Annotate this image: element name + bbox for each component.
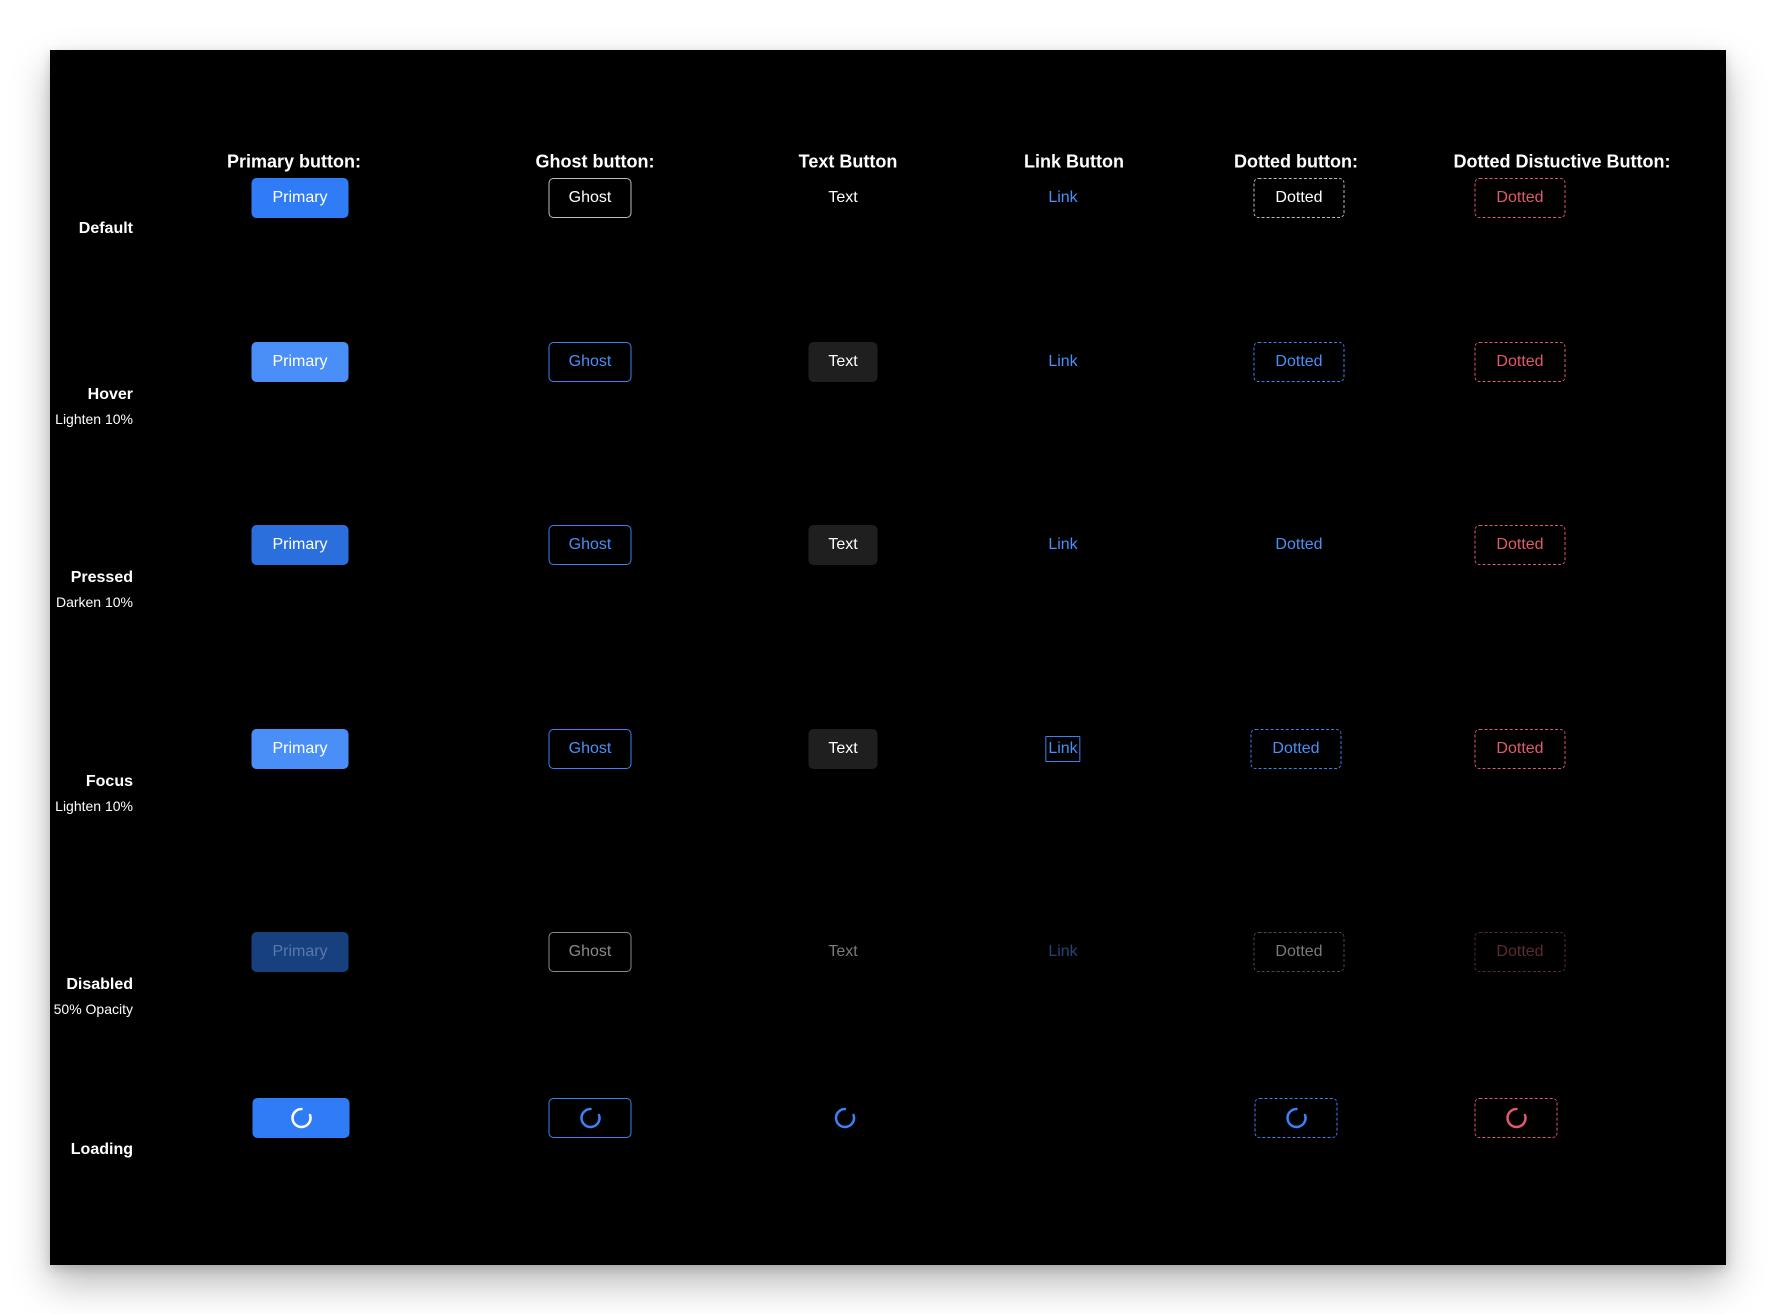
row-label-default: Default — [79, 218, 133, 240]
link-button-focus[interactable]: Link — [1045, 736, 1081, 762]
dotted-button-focus[interactable]: Dotted — [1250, 729, 1342, 769]
primary-button-hover[interactable]: Primary — [251, 342, 349, 382]
column-header-link: Link Button — [1024, 151, 1124, 172]
row-subtitle: Lighten 10% — [55, 411, 133, 427]
destructive-dotted-button-default[interactable]: Dotted — [1474, 178, 1566, 218]
button-states-board: Primary button: Ghost button: Text Butto… — [50, 50, 1726, 1265]
dotted-button-loading[interactable] — [1254, 1098, 1338, 1138]
link-button-default[interactable]: Link — [1048, 185, 1077, 211]
link-button-pressed[interactable]: Link — [1048, 532, 1077, 558]
text-button-hover[interactable]: Text — [808, 342, 878, 382]
row-label-focus: Focus Lighten 10% — [55, 771, 133, 816]
destructive-dotted-button-hover[interactable]: Dotted — [1474, 342, 1566, 382]
destructive-dotted-button-disabled: Dotted — [1474, 932, 1566, 972]
row-subtitle: Lighten 10% — [55, 798, 133, 814]
text-button-focus[interactable]: Text — [808, 729, 878, 769]
row-label-hover: Hover Lighten 10% — [55, 384, 133, 429]
destructive-dotted-button-focus[interactable]: Dotted — [1474, 729, 1566, 769]
row-label-disabled: Disabled 50% Opacity — [54, 974, 133, 1019]
row-title: Pressed — [70, 569, 133, 586]
destructive-dotted-button-pressed[interactable]: Dotted — [1474, 525, 1566, 565]
dotted-button-disabled: Dotted — [1253, 932, 1345, 972]
row-subtitle: 50% Opacity — [53, 1001, 133, 1017]
spinner-icon — [834, 1107, 856, 1129]
column-header-destructive: Dotted Distuctive Button: — [1453, 151, 1671, 172]
row-title: Default — [78, 220, 133, 237]
ghost-button-default[interactable]: Ghost — [548, 178, 632, 218]
text-button-disabled: Text — [828, 943, 858, 960]
row-title: Hover — [87, 386, 133, 403]
column-header-primary: Primary button: — [226, 151, 362, 172]
dotted-button-pressed[interactable]: Dotted — [1254, 525, 1345, 565]
dotted-button-hover[interactable]: Dotted — [1253, 342, 1345, 382]
text-button-pressed[interactable]: Text — [808, 525, 878, 565]
row-label-pressed: Pressed Darken 10% — [56, 567, 133, 612]
column-header-dotted: Dotted button: — [1234, 151, 1358, 172]
row-title: Loading — [70, 1141, 133, 1158]
primary-button-default[interactable]: Primary — [251, 178, 349, 218]
column-header-ghost: Ghost button: — [535, 151, 655, 172]
dotted-button-default[interactable]: Dotted — [1253, 178, 1345, 218]
destructive-dotted-button-loading[interactable] — [1474, 1098, 1558, 1138]
link-button-disabled: Link — [1048, 943, 1078, 960]
ghost-button-focus[interactable]: Ghost — [548, 729, 632, 769]
text-button-default[interactable]: Text — [809, 178, 878, 218]
primary-button-loading[interactable] — [252, 1098, 350, 1138]
row-title: Disabled — [66, 976, 133, 993]
row-label-loading: Loading — [71, 1139, 133, 1161]
row-title: Focus — [85, 773, 133, 790]
text-button-loading[interactable] — [832, 1105, 858, 1131]
primary-button-disabled: Primary — [251, 932, 349, 972]
primary-button-focus[interactable]: Primary — [251, 729, 349, 769]
spinner-icon — [1285, 1107, 1307, 1129]
spinner-icon — [579, 1107, 601, 1129]
ghost-button-hover[interactable]: Ghost — [548, 342, 632, 382]
spinner-icon — [290, 1107, 312, 1129]
ghost-button-loading[interactable] — [548, 1098, 632, 1138]
primary-button-pressed[interactable]: Primary — [251, 525, 349, 565]
ghost-button-disabled: Ghost — [548, 932, 632, 972]
spinner-icon — [1505, 1107, 1527, 1129]
link-button-hover[interactable]: Link — [1048, 349, 1077, 375]
column-header-text: Text Button — [798, 151, 898, 172]
row-subtitle: Darken 10% — [55, 594, 133, 610]
ghost-button-pressed[interactable]: Ghost — [548, 525, 632, 565]
